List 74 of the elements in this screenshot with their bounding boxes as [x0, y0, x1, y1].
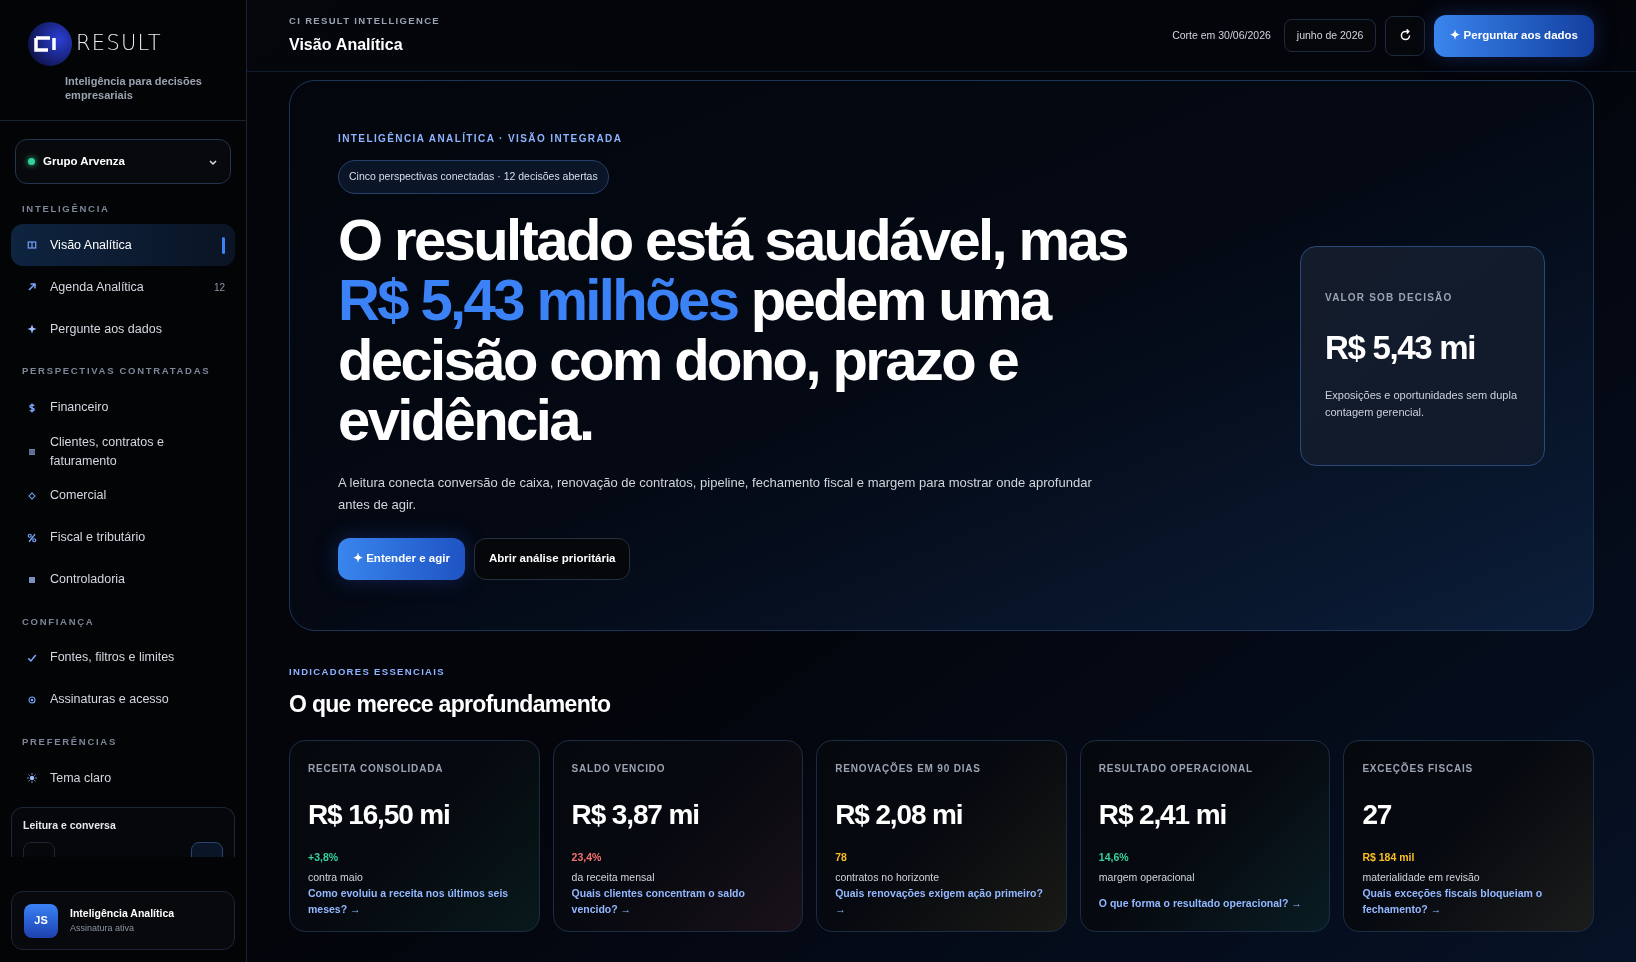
section-title: O que merece aprofundamento: [289, 690, 612, 720]
card-value: R$ 16,50 mi: [308, 797, 451, 832]
card-caption: margem operacional: [1098, 869, 1196, 885]
page-title: Visão Analítica: [289, 35, 404, 56]
section-heading: INTELIGÊNCIA: [21, 202, 111, 216]
card-delta: 14,6%: [1098, 849, 1130, 865]
sidebar-item[interactable]: Clientes, contratos e faturamento: [11, 428, 235, 475]
card-caption: contratos no horizonte: [835, 869, 941, 885]
user-avatar: JS: [24, 903, 58, 938]
user-name: Inteligência Analítica: [70, 905, 175, 921]
question-link[interactable]: Quais renovações exigem ação primeiro? →: [835, 885, 1048, 918]
panel-title: Leitura e conversa: [23, 818, 117, 833]
card-label: RECEITA CONSOLIDADA: [308, 761, 445, 776]
percent-icon: [26, 531, 38, 544]
card-note: Exposições e oportunidades sem dupla contagem gerencial.: [1325, 387, 1518, 420]
count-label: 12: [213, 280, 225, 295]
sidebar-item[interactable]: Financeiro: [11, 386, 235, 429]
card-label: VALOR SOB DECISÃO: [1325, 290, 1454, 306]
question-link[interactable]: O que forma o resultado operacional? →: [1098, 894, 1312, 911]
brand-tagline: Inteligência para decisões empresariais: [64, 74, 203, 102]
sidebar-item[interactable]: Assinaturas e acesso: [11, 678, 235, 721]
question-link[interactable]: Quais clientes concentram o saldo vencido? →: [571, 885, 785, 918]
card-label: SALDO VENCIDO: [571, 761, 667, 776]
logo-icon: [28, 22, 72, 66]
card-value: R$ 5,43 mi: [1325, 328, 1477, 369]
refresh-button[interactable]: [1385, 15, 1426, 56]
card-label: RESULTADO OPERACIONAL: [1098, 761, 1254, 776]
card-value: 27: [1362, 797, 1393, 832]
sidebar-item[interactable]: Tema claro: [11, 757, 235, 799]
section-heading: PERSPECTIVAS CONTRATADAS: [21, 364, 212, 379]
card-caption: da receita mensal: [571, 869, 656, 885]
hero-headline: O resultado está saudável, mas R$ 5,43 milhões pedem uma decisão com dono, prazo e evidência.: [338, 209, 1128, 450]
brand-name: RESULT: [76, 30, 162, 58]
card-value: R$ 2,08 mi: [835, 797, 964, 832]
target-icon: [26, 693, 38, 706]
section-heading: CONFIANÇA: [21, 614, 96, 629]
dollar-icon: [26, 401, 38, 414]
primary-button[interactable]: ✦ Entender e agir: [338, 537, 465, 580]
sidebar-item[interactable]: Visão Analítica: [11, 224, 235, 267]
sidebar-item[interactable]: Pergunte aos dados: [11, 308, 235, 351]
question-link[interactable]: Quais exceções fiscais bloqueiam o fechamento? →: [1362, 885, 1575, 918]
card-delta: 23,4%: [571, 849, 603, 865]
columns-icon: [26, 239, 38, 252]
sidebar-item[interactable]: Fontes, filtros e limites: [11, 636, 235, 679]
section-eyebrow: INDICADORES ESSENCIAIS: [289, 665, 446, 679]
header-eyebrow: CI RESULT INTELLIGENCE: [289, 13, 441, 28]
secondary-button[interactable]: Abrir análise prioritária: [473, 537, 631, 580]
hero-description: A leitura conecta conversão de caixa, renovação de contratos, pipeline, fechamento fiscal e margem para mostrar onde aprofundar antes de agir.: [338, 473, 1093, 514]
hero-eyebrow: INTELIGÊNCIA ANALÍTICA · VISÃO INTEGRADA: [338, 131, 624, 147]
period-selector[interactable]: junho de 2026: [1283, 19, 1377, 52]
card-value: R$ 2,41 mi: [1098, 797, 1228, 832]
company-selector[interactable]: Grupo Arvenza: [15, 139, 231, 184]
sidebar-item[interactable]: Comercial: [11, 474, 235, 517]
section-heading: PREFERÊNCIAS: [21, 734, 118, 749]
card-label: RENOVAÇÕES EM 90 DIAS: [835, 761, 982, 776]
card-delta: 78: [835, 849, 848, 865]
card-caption: materialidade em revisão: [1362, 869, 1481, 885]
card-label: EXCEÇÕES FISCAIS: [1362, 761, 1474, 776]
sidebar-item[interactable]: Fiscal e tributário: [11, 516, 235, 559]
user-status: Assinatura ativa: [70, 921, 136, 935]
card-delta: +3,8%: [308, 849, 340, 865]
sun-icon: [26, 772, 38, 784]
sidebar-item[interactable]: Agenda Analítica 12: [11, 266, 235, 309]
cutoff-date: Corte em 30/06/2026: [1172, 27, 1271, 43]
sidebar-item[interactable]: Controladoria: [11, 558, 235, 601]
card-caption: contra maio: [308, 869, 364, 885]
refresh-icon: [1398, 29, 1412, 42]
user-card[interactable]: JS Inteligência Analítica Assinatura ativa: [11, 891, 235, 950]
active-indicator: [222, 236, 225, 254]
card-delta: R$ 184 mil: [1362, 849, 1416, 865]
ask-button[interactable]: ✦ Perguntar aos dados: [1434, 14, 1594, 57]
card-value: R$ 3,87 mi: [571, 797, 700, 832]
question-link[interactable]: Como evoluiu a receita nos últimos seis meses? →: [308, 885, 521, 918]
status-pill: Cinco perspectivas conectadas · 12 decisões abertas: [338, 160, 609, 194]
